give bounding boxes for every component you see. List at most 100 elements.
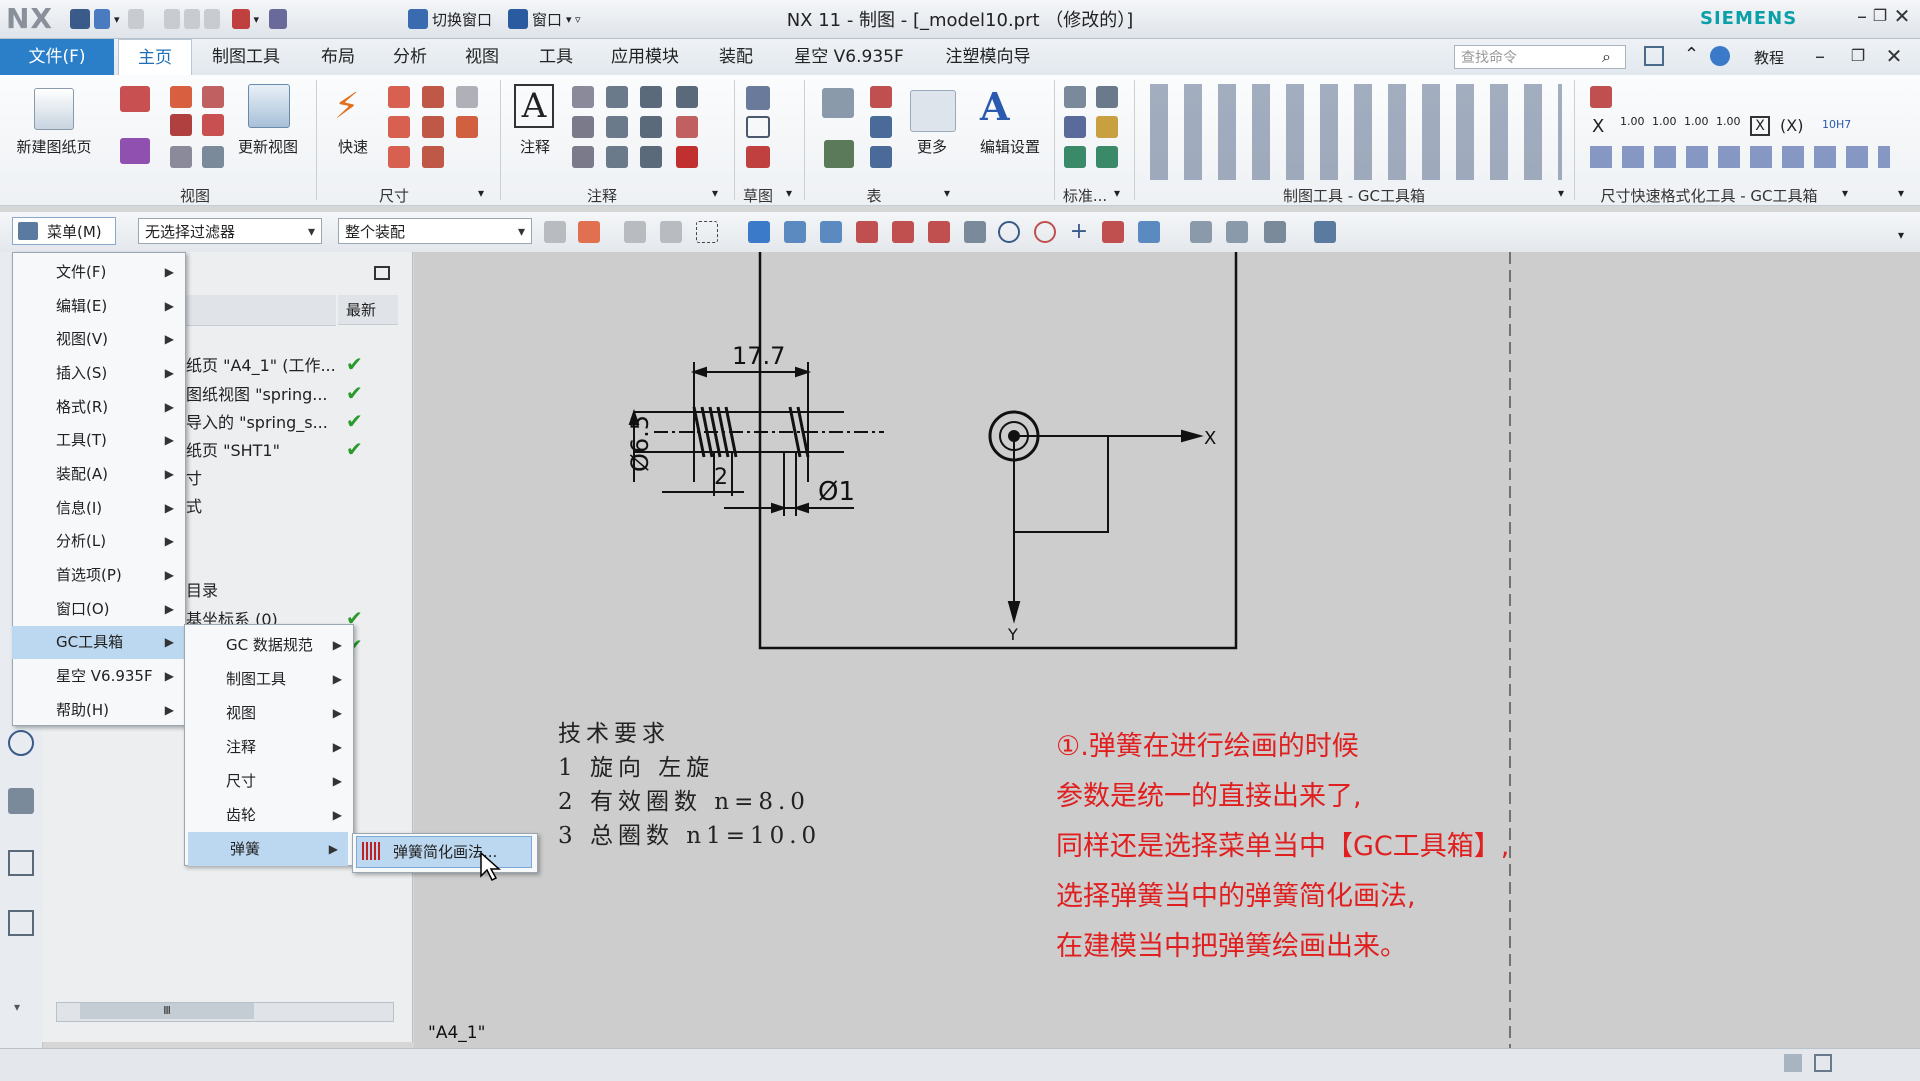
main-menu-item[interactable]: GC工具箱 ▶ <box>12 626 184 659</box>
endpoint-snap-icon[interactable] <box>784 221 806 243</box>
fullscreen-icon[interactable] <box>1644 46 1664 66</box>
datum-feature-icon[interactable] <box>606 86 628 108</box>
spring-simplified-drawing-menu-item[interactable]: 弹簧简化画法... <box>356 836 532 868</box>
snap-enable-icon[interactable] <box>748 221 770 243</box>
tab-drafting-tools[interactable]: 制图工具 <box>198 39 294 75</box>
main-menu-item[interactable]: 编辑(E) ▶ <box>12 290 184 323</box>
help-icon[interactable] <box>1710 46 1730 66</box>
tab-view[interactable]: 视图 <box>454 39 510 75</box>
main-menu-item[interactable]: 视图(V) ▶ <box>12 323 184 356</box>
navigator-row[interactable]: 导入的 "spring_s... <box>186 409 336 437</box>
drawing-view-icon[interactable] <box>120 138 150 164</box>
auto-balloon-icon[interactable] <box>870 86 892 108</box>
base-view-icon[interactable] <box>120 86 150 112</box>
dim-tolerance-4-icon[interactable]: 1.00 <box>1716 116 1741 128</box>
standard-tool-icon-5[interactable] <box>1064 146 1086 168</box>
standard-tool-icon-6[interactable] <box>1096 146 1118 168</box>
zoom-icon[interactable] <box>572 146 594 168</box>
tab-layout[interactable]: 布局 <box>310 39 366 75</box>
display-mode-icon[interactable] <box>1264 221 1286 243</box>
main-menu-item[interactable]: 信息(I) ▶ <box>12 492 184 525</box>
main-menu-item[interactable]: 工具(T) ▶ <box>12 424 184 457</box>
view-triad-icon[interactable] <box>1314 221 1336 243</box>
status-bar-icon[interactable] <box>1784 1054 1802 1072</box>
tab-home[interactable]: 主页 <box>118 39 192 76</box>
tutorial-link[interactable]: 教程 <box>1754 47 1784 68</box>
edit-settings-button[interactable]: 编辑设置 <box>970 136 1050 157</box>
curve-snap-icon[interactable] <box>928 221 950 243</box>
annotation-group-dropdown-icon[interactable]: ▾ <box>712 186 718 200</box>
surface-finish-icon[interactable] <box>606 116 628 138</box>
perimeter-dimension-icon[interactable] <box>388 146 410 168</box>
selection-filter-dropdown[interactable]: 无选择过滤器 <box>138 218 322 245</box>
tab-applications[interactable]: 应用模块 <box>602 39 688 75</box>
dim-fit-icon[interactable]: 10H7 <box>1822 118 1851 131</box>
main-menu-item[interactable]: 文件(F) ▶ <box>12 256 184 289</box>
tab-mold-wizard[interactable]: 注塑模向导 <box>932 39 1044 75</box>
view-boundary-icon[interactable] <box>202 146 224 168</box>
view-orient-icon[interactable] <box>1190 221 1212 243</box>
restore-icon[interactable]: ❐ <box>1868 4 1892 28</box>
gc-drafting-tools-icon-grid[interactable] <box>1142 84 1562 180</box>
gc-submenu-item[interactable]: 注释 ▶ <box>184 730 352 764</box>
table-edit-icon[interactable] <box>870 146 892 168</box>
tab-tools[interactable]: 工具 <box>528 39 584 75</box>
navigator-row[interactable]: 式 <box>186 493 336 521</box>
linear-dimension-icon[interactable] <box>388 86 410 108</box>
dimension-group-dropdown-icon[interactable]: ▾ <box>478 186 484 200</box>
search-command-input[interactable]: 查找命令 <box>1454 45 1626 69</box>
view-break-icon[interactable] <box>170 146 192 168</box>
new-sheet-button[interactable]: 新建图纸页 <box>6 136 102 157</box>
gc-dim-format-group-dropdown-icon[interactable]: ▾ <box>1842 186 1848 200</box>
dim-format-icon-row[interactable] <box>1590 146 1890 168</box>
intersection-snap-icon[interactable] <box>892 221 914 243</box>
ribbon-options-icon[interactable]: ▾ <box>1898 186 1904 200</box>
section-view-icon[interactable] <box>170 114 192 136</box>
navigator-row[interactable]: 图纸视图 "spring... <box>186 381 336 409</box>
arc-length-dimension-icon[interactable] <box>456 116 478 138</box>
perpendicular-snap-icon[interactable] <box>964 221 986 243</box>
status-bar-fullscreen-icon[interactable] <box>1814 1054 1832 1072</box>
detail-view-icon[interactable] <box>202 86 224 108</box>
select-feature-icon[interactable] <box>578 221 600 243</box>
rectangle-icon[interactable] <box>746 116 770 138</box>
toolbar-options-icon[interactable]: ▾ <box>1898 228 1904 242</box>
resource-bar-scroll-icon[interactable]: ▾ <box>14 1000 20 1014</box>
search-icon[interactable]: ⌕ <box>1602 47 1611 67</box>
standard-tool-icon-3[interactable] <box>1064 116 1086 138</box>
box-select-icon[interactable] <box>696 221 718 243</box>
gc-submenu-item[interactable]: 齿轮 ▶ <box>184 798 352 832</box>
arc-center-snap-icon[interactable] <box>998 221 1020 243</box>
dim-box-x-icon[interactable]: X <box>1750 116 1770 136</box>
note-icon[interactable]: A <box>514 84 554 128</box>
collapse-ribbon-icon[interactable]: ⌃ <box>1684 44 1699 65</box>
history-icon[interactable] <box>8 730 34 756</box>
dim-x-icon[interactable]: X <box>1592 116 1604 137</box>
feature-control-frame-icon[interactable] <box>572 86 594 108</box>
image-icon[interactable] <box>606 146 628 168</box>
weld-symbol-icon[interactable] <box>640 116 662 138</box>
projected-view-icon[interactable] <box>170 86 192 108</box>
standard-tool-icon-4[interactable] <box>1096 116 1118 138</box>
sketch-group-dropdown-icon[interactable]: ▾ <box>786 186 792 200</box>
system-scene-icon[interactable] <box>8 850 34 876</box>
dim-tolerance-3-icon[interactable]: 1.00 <box>1684 116 1709 128</box>
gc-submenu-item[interactable]: 尺寸 ▶ <box>184 764 352 798</box>
main-menu-item[interactable]: 首选项(P) ▶ <box>12 559 184 592</box>
note-button[interactable]: 注释 <box>512 136 558 157</box>
hole-table-icon[interactable] <box>870 116 892 138</box>
parts-list-icon[interactable] <box>822 88 854 118</box>
gc-submenu-item[interactable]: 视图 ▶ <box>184 696 352 730</box>
point-snap-icon[interactable]: + <box>1068 221 1090 243</box>
break-view-icon[interactable] <box>202 114 224 136</box>
update-view-button[interactable]: 更新视图 <box>232 136 304 157</box>
navigator-latest-column-header[interactable]: 最新 <box>338 295 398 325</box>
table-group-dropdown-icon[interactable]: ▾ <box>944 186 950 200</box>
snap-point-icon[interactable] <box>544 221 566 243</box>
point-on-surface-snap-icon[interactable] <box>1138 221 1160 243</box>
point-on-curve-snap-icon[interactable] <box>1102 221 1124 243</box>
ribbon-restore-icon[interactable]: ❐ <box>1846 44 1870 68</box>
select-body-icon[interactable] <box>624 221 646 243</box>
navigator-row[interactable]: 纸页 "A4_1" (工作... <box>186 352 336 380</box>
standard-group-dropdown-icon[interactable]: ▾ <box>1114 186 1120 200</box>
